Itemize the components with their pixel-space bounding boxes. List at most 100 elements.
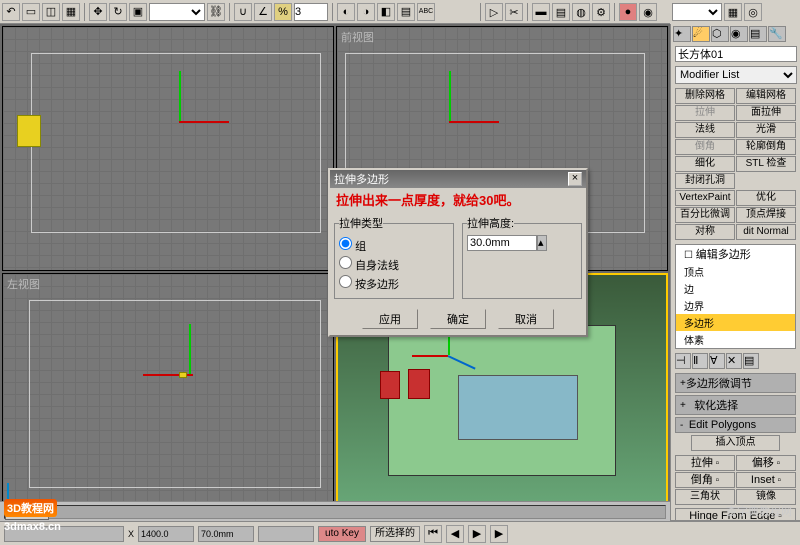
dialog-annotation: 拉伸出来一点厚度，就给30吧。 xyxy=(330,188,586,211)
tool-cut-icon[interactable]: ✂ xyxy=(505,3,523,21)
tab-utilities-icon[interactable]: 🔧 xyxy=(768,26,786,42)
radio-group[interactable]: 组 xyxy=(339,237,449,254)
object-name-input[interactable] xyxy=(675,46,797,62)
stack-element[interactable]: 体素 xyxy=(676,331,795,348)
stack-vertex[interactable]: 顶点 xyxy=(676,263,795,280)
radio-by-polygon[interactable]: 按多边形 xyxy=(339,275,449,292)
dialog-ok-button[interactable]: 确定 xyxy=(430,309,486,329)
tool-named-sel-icon[interactable]: ◐ xyxy=(337,3,355,21)
btn-vertex-paint[interactable]: VertexPaint xyxy=(675,190,735,206)
rollout-edit-polygons[interactable]: - Edit Polygons xyxy=(675,417,796,433)
play-next-icon[interactable]: ▶ xyxy=(490,525,508,543)
stack-unique-icon[interactable]: ∀ xyxy=(709,353,725,369)
modifier-stack[interactable]: ☐ 编辑多边形 顶点 边 边界 多边形 体素 xyxy=(675,244,796,349)
tab-create-icon[interactable]: ✦ xyxy=(673,26,691,42)
btn-extrude[interactable]: 拉伸 xyxy=(675,105,735,121)
tool-select-region-icon[interactable]: ◫ xyxy=(42,3,60,21)
tab-motion-icon[interactable]: ◉ xyxy=(730,26,748,42)
btn-normal[interactable]: 法线 xyxy=(675,122,735,138)
tool-link-icon[interactable]: ⛓ xyxy=(207,3,225,21)
tool-rotate-icon[interactable]: ↻ xyxy=(109,3,127,21)
stack-polygon[interactable]: 多边形 xyxy=(676,314,795,331)
tool-abc-icon[interactable]: ABC xyxy=(417,3,435,21)
dialog-cancel-button[interactable]: 取消 xyxy=(498,309,554,329)
timeline-track[interactable]: 0 / 100 xyxy=(4,505,666,519)
stack-tools: ⊣ Ⅱ ∀ ✕ ▤ xyxy=(671,351,800,371)
tool-layers-icon[interactable]: ▤ xyxy=(552,3,570,21)
tool-align-icon[interactable]: ◧ xyxy=(377,3,395,21)
btn-edit-normal[interactable]: dit Normal xyxy=(736,224,796,240)
stack-root[interactable]: ☐ 编辑多边形 xyxy=(676,245,795,263)
tool-render-icon[interactable]: ● xyxy=(619,3,637,21)
btn-outline[interactable]: 轮廓倒角 xyxy=(736,139,796,155)
tool-select-icon[interactable]: ▭ xyxy=(22,3,40,21)
dialog-titlebar[interactable]: 拉伸多边形 × xyxy=(330,170,586,188)
tool-undo-icon[interactable]: ↶ xyxy=(2,3,20,21)
tool-angle-snap-icon[interactable]: ∠ xyxy=(254,3,272,21)
viewport-left[interactable]: 左视图 xyxy=(2,273,334,518)
btn-optimize[interactable]: 优化 xyxy=(736,190,796,206)
tool-schematic-icon[interactable]: ▬ xyxy=(532,3,550,21)
spinner-icon[interactable]: ▴ xyxy=(537,235,547,251)
tool-render-setup-icon[interactable]: ⚙ xyxy=(592,3,610,21)
angle-snap-input[interactable] xyxy=(294,3,328,21)
rollout-truncated[interactable]: + 多边形微调节 xyxy=(675,373,796,393)
btn-cap-holes[interactable]: 封闭孔洞 xyxy=(675,173,735,189)
play-start-icon[interactable]: ⏮ xyxy=(424,525,442,543)
tool-grid-icon[interactable]: ▦ xyxy=(724,3,742,21)
btn-poly-extrude[interactable]: 拉伸 ▫ xyxy=(675,455,735,471)
btn-chamfer[interactable]: 倒角 xyxy=(675,139,735,155)
view-dropdown-left[interactable]: 视图 xyxy=(149,3,205,21)
tool-percent-snap-icon[interactable]: % xyxy=(274,3,292,21)
btn-vertex-weld[interactable]: 顶点焊接 xyxy=(736,207,796,223)
stack-border[interactable]: 边界 xyxy=(676,297,795,314)
stack-pin-icon[interactable]: ⊣ xyxy=(675,353,691,369)
btn-smooth[interactable]: 光滑 xyxy=(736,122,796,138)
tool-quick-render-icon[interactable]: ◉ xyxy=(639,3,657,21)
btn-poly-chamfer[interactable]: 倒角 ▫ xyxy=(675,472,735,488)
radio-local-normal[interactable]: 自身法线 xyxy=(339,256,449,273)
viewport-top[interactable] xyxy=(2,26,334,271)
btn-insert-vertex[interactable]: 插入顶点 xyxy=(691,435,780,451)
btn-edit-mesh[interactable]: 编辑网格 xyxy=(736,88,796,104)
btn-refine[interactable]: 细化 xyxy=(675,156,735,172)
btn-poly-inset[interactable]: Inset ▫ xyxy=(736,472,796,488)
tool-window-icon[interactable]: ▦ xyxy=(62,3,80,21)
tab-display-icon[interactable]: ▤ xyxy=(749,26,767,42)
extrude-height-input[interactable] xyxy=(467,235,537,251)
coord-y[interactable] xyxy=(198,526,254,542)
selected-button[interactable]: 所选择的 xyxy=(370,526,420,542)
stack-edge[interactable]: 边 xyxy=(676,280,795,297)
tab-hierarchy-icon[interactable]: ⬡ xyxy=(711,26,729,42)
btn-face-extrude[interactable]: 面拉伸 xyxy=(736,105,796,121)
play-prev-icon[interactable]: ◀ xyxy=(446,525,464,543)
dialog-apply-button[interactable]: 应用 xyxy=(362,309,418,329)
stack-remove-icon[interactable]: ✕ xyxy=(726,353,742,369)
tool-scale-icon[interactable]: ▣ xyxy=(129,3,147,21)
tool-play-icon[interactable]: ▷ xyxy=(485,3,503,21)
coord-z[interactable] xyxy=(258,526,314,542)
rollout-soft-select[interactable]: + 软化选择 xyxy=(675,395,796,415)
dialog-close-button[interactable]: × xyxy=(568,172,582,186)
tool-mirror-icon[interactable]: ◑ xyxy=(357,3,375,21)
tool-help-icon[interactable]: ◎ xyxy=(744,3,762,21)
timeline[interactable]: 0 / 100 xyxy=(0,501,670,521)
btn-symmetry[interactable]: 对称 xyxy=(675,224,735,240)
stack-show-icon[interactable]: Ⅱ xyxy=(692,353,708,369)
tool-snap-toggle-icon[interactable]: ∪ xyxy=(234,3,252,21)
btn-poly-bevel[interactable]: 偏移 ▫ xyxy=(736,455,796,471)
btn-delete-mesh[interactable]: 删除网格 xyxy=(675,88,735,104)
view-dropdown-right[interactable]: 视图 xyxy=(672,3,722,21)
tool-material-icon[interactable]: ◍ xyxy=(572,3,590,21)
auto-key-button[interactable]: uto Key xyxy=(318,526,366,542)
tool-array-icon[interactable]: ▤ xyxy=(397,3,415,21)
play-icon[interactable]: ▶ xyxy=(468,525,486,543)
modifier-list-dropdown[interactable]: Modifier List xyxy=(675,66,797,84)
coord-x[interactable] xyxy=(138,526,194,542)
btn-percent[interactable]: 百分比微调 xyxy=(675,207,735,223)
stack-config-icon[interactable]: ▤ xyxy=(743,353,759,369)
poly-edit-buttons: 拉伸 ▫ 偏移 ▫ 倒角 ▫ Inset ▫ 三角状 镜像 xyxy=(671,453,800,507)
btn-stl-check[interactable]: STL 检查 xyxy=(736,156,796,172)
tab-modify-icon[interactable]: ☄ xyxy=(692,26,710,42)
tool-move-icon[interactable]: ✥ xyxy=(89,3,107,21)
